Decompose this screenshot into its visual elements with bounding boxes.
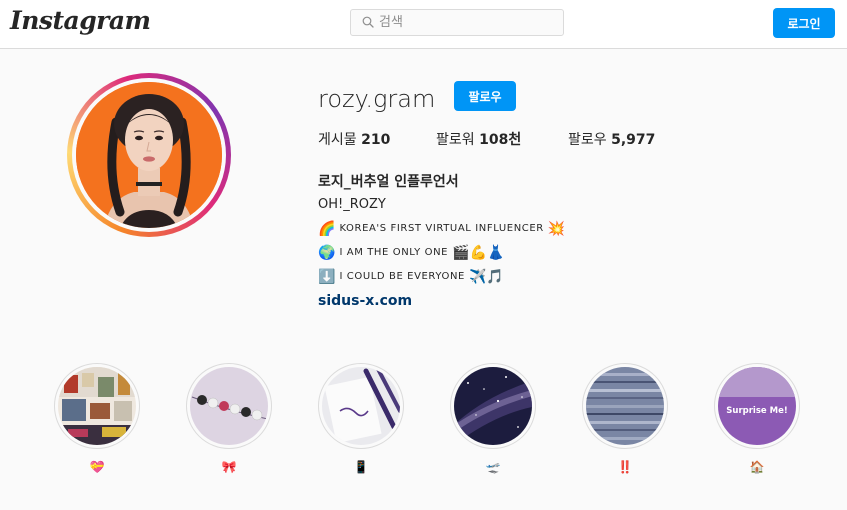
instagram-logo[interactable]: Instagram [10, 6, 151, 35]
bio-line-4-text: I COULD BE EVERYONE [339, 271, 465, 282]
highlight-3[interactable] [318, 363, 404, 449]
profile-avatar[interactable] [67, 73, 231, 237]
globe-icon: 🌍 [318, 245, 336, 261]
bio-line-2: 🌈 KOREA'S FIRST VIRTUAL INFLUENCER 💥 [318, 220, 565, 238]
followers-label: 팔로워 [436, 132, 475, 148]
bio-line-3-text: I AM THE ONLY ONE [339, 247, 449, 258]
following-label: 팔로우 [568, 132, 607, 148]
follow-button[interactable]: 팔로우 [454, 81, 516, 111]
highlight-6[interactable]: Surprise Me! [714, 363, 800, 449]
profile-username: rozy.gram [318, 85, 436, 113]
highlight-4-image [454, 367, 532, 445]
login-button[interactable]: 로그인 [773, 8, 835, 38]
highlight-3-image [322, 367, 400, 445]
highlight-1-label: 💝 [89, 460, 105, 474]
bio-line-2-text: KOREA'S FIRST VIRTUAL INFLUENCER [339, 223, 544, 234]
highlight-5[interactable] [582, 363, 668, 449]
search-icon [362, 16, 374, 28]
highlight-2-image [190, 367, 268, 445]
profile-full-name: 로지_버추얼 인플루언서 [318, 174, 459, 190]
posts-value: 210 [361, 132, 391, 148]
profile-website-link[interactable]: sidus-x.com [318, 292, 412, 310]
highlight-6-image: Surprise Me! [718, 367, 796, 445]
bio-line-3: 🌍 I AM THE ONLY ONE 🎬💪👗 [318, 244, 504, 262]
followers-count[interactable]: 팔로워 108천 [436, 131, 521, 149]
bio-line-1-text: OH!_ROZY [318, 197, 386, 212]
search-box[interactable] [350, 9, 564, 36]
bio-line-4: ⬇️ I COULD BE EVERYONE ✈️🎵 [318, 268, 504, 286]
posts-count: 게시물 210 [318, 131, 390, 149]
search-input[interactable] [379, 13, 559, 32]
highlight-3-label: 📱 [353, 460, 369, 474]
bio-line-1: OH!_ROZY [318, 196, 386, 214]
highlight-4[interactable] [450, 363, 536, 449]
highlight-4-label: 🛫 [485, 460, 501, 474]
highlight-5-label: ‼️ [617, 460, 633, 474]
highlight-2-label: 🎀 [221, 460, 237, 474]
clapper-muscle-dress-icons: 🎬💪👗 [452, 245, 505, 261]
following-count[interactable]: 팔로우 5,977 [568, 131, 655, 149]
highlight-1[interactable] [54, 363, 140, 449]
posts-label: 게시물 [318, 132, 357, 148]
following-value: 5,977 [611, 132, 656, 148]
top-nav-bar: Instagram 로그인 [0, 0, 847, 49]
surprise-me-text: Surprise Me! [726, 406, 787, 416]
rainbow-icon: 🌈 [318, 221, 336, 237]
highlight-2[interactable] [186, 363, 272, 449]
avatar-image [76, 82, 222, 228]
highlight-5-image [586, 367, 664, 445]
followers-value: 108천 [479, 132, 522, 148]
collision-icon: 💥 [547, 221, 566, 237]
highlight-6-label: 🏠 [749, 460, 765, 474]
airplane-music-icons: ✈️🎵 [468, 269, 504, 285]
highlight-1-image [58, 367, 136, 445]
down-arrow-icon: ⬇️ [318, 269, 336, 285]
